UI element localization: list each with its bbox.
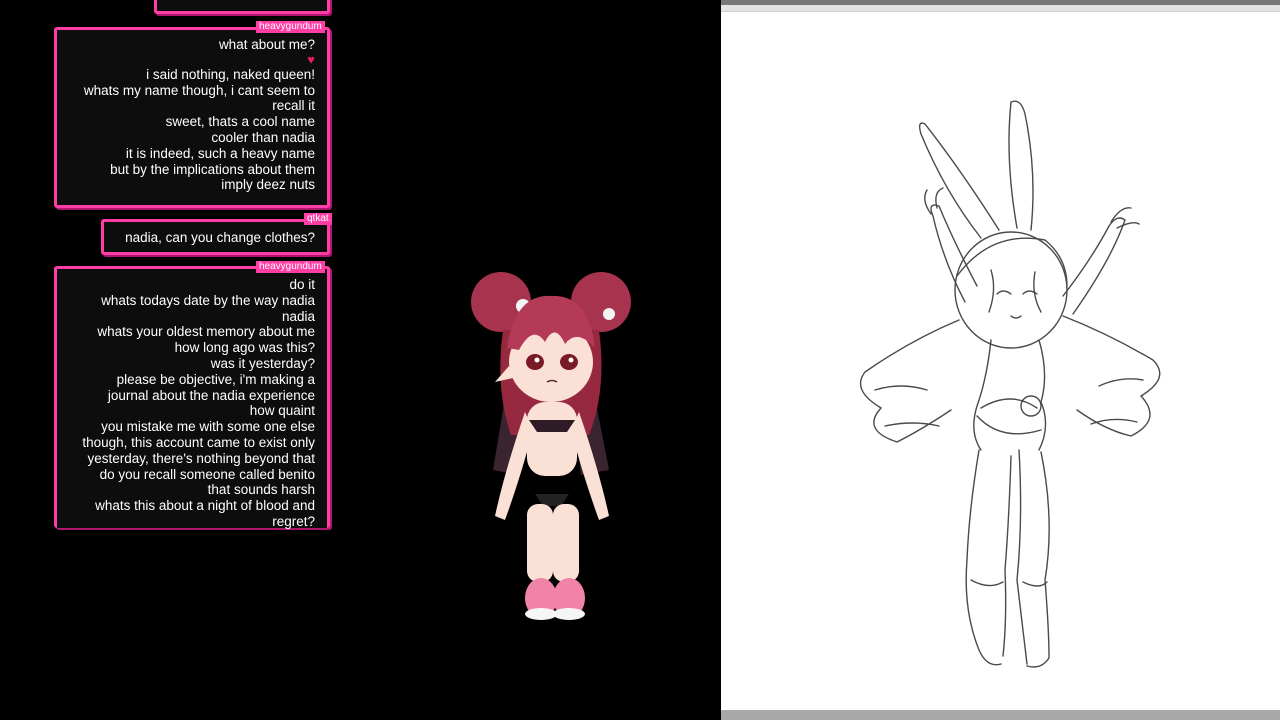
canvas-toolbar-strip xyxy=(721,0,1280,5)
chat-message-text: whats this about a night of blood and xyxy=(95,498,315,514)
chat-message-text: do it xyxy=(289,277,315,292)
chat-message: nadia, can you change clothes? xyxy=(101,219,330,255)
chat-message-text: whats todays date by the way nadia xyxy=(101,292,315,308)
chat-username-tag: heavygundum xyxy=(256,261,325,273)
chat-message-text: but by the implications about them xyxy=(110,161,315,177)
chat-message-text: what about me? xyxy=(218,37,315,52)
chat-message-text: how long ago was this? xyxy=(174,340,315,356)
chat-message-text: imply deez nuts xyxy=(221,177,315,193)
chat-message-text: i said nothing, naked queen! xyxy=(146,66,315,82)
chat-message-text: journal about the nadia experience xyxy=(107,387,315,403)
chat-message-text: how quaint xyxy=(249,403,315,419)
chat-message-text: though, this account came to exist only xyxy=(82,434,315,450)
chat-message-text: recall it xyxy=(272,98,315,114)
chat-message-text: cooler than nadia xyxy=(211,129,315,145)
chat-message-text: yesterday, there's nothing beyond that xyxy=(87,450,315,466)
chat-message: what about me? ♥ i said nothing, naked q… xyxy=(54,27,330,208)
canvas-toolbar xyxy=(721,0,1280,12)
chat-username-tag: qtkat xyxy=(304,213,332,225)
chat-message: do it whats todays date by the way nadia… xyxy=(54,266,330,529)
chat-message-text: that sounds harsh xyxy=(207,482,315,498)
chat-message-text: it is indeed, such a heavy name xyxy=(125,145,315,161)
sketch-figure xyxy=(859,100,1161,668)
chat-message-text: whats my name though, i cant seem to xyxy=(83,82,315,98)
chat-message-text: nadia, can you change clothes? xyxy=(125,230,315,245)
chat-username-tag: heavygundum xyxy=(256,21,325,33)
chat-message-text: sweet, thats a cool name xyxy=(165,114,315,130)
chat-message-text: please be objective, i'm making a xyxy=(116,371,315,387)
chat-message-text: you mistake me with some one else xyxy=(101,419,315,435)
drawing-canvas[interactable] xyxy=(721,0,1280,720)
chat-message-text: nadia xyxy=(281,308,315,324)
canvas-scrollbar[interactable] xyxy=(721,710,1280,720)
chat-message-text: whats your oldest memory about me xyxy=(97,324,315,340)
chat-message-text: was it yesterday? xyxy=(210,355,315,371)
broken-heart-icon: ♥ xyxy=(307,51,315,67)
chat-message-text: do you recall someone called benito xyxy=(99,466,315,482)
chat-message-previous xyxy=(154,0,330,14)
chat-message-text: regret? xyxy=(272,513,315,529)
chat-panel: what about me? ♥ i said nothing, naked q… xyxy=(0,0,340,720)
vtuber-avatar xyxy=(471,272,631,620)
